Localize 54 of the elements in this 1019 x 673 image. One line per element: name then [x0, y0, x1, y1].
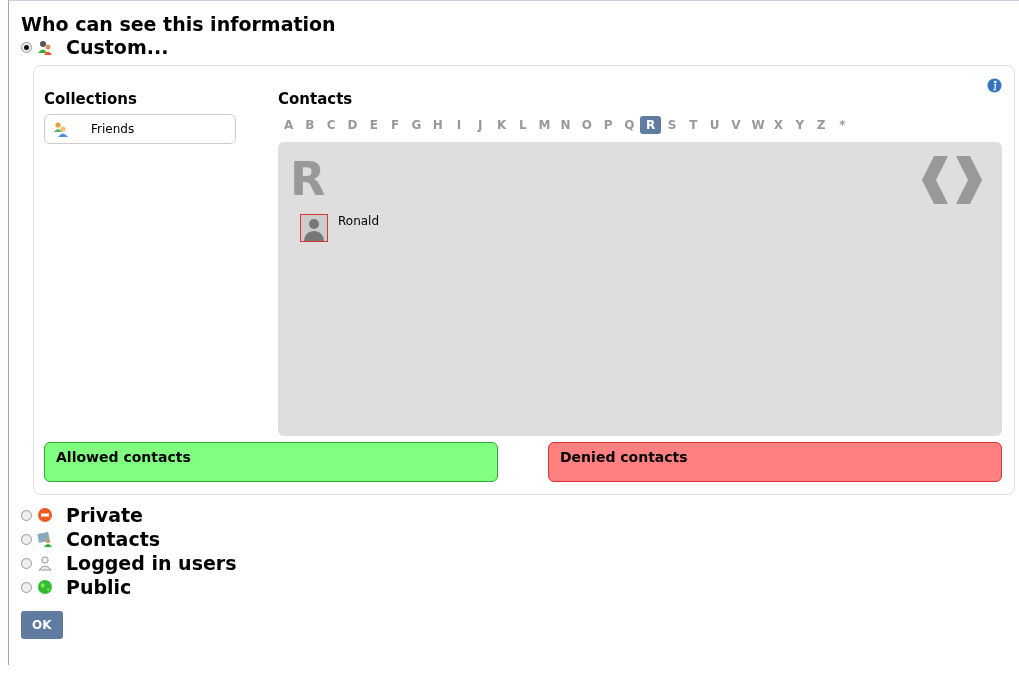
- option-label: Custom...: [66, 36, 169, 58]
- letter-filter[interactable]: *: [831, 116, 853, 134]
- letter-filter[interactable]: Z: [810, 116, 832, 134]
- radio-button[interactable]: [21, 509, 32, 521]
- letter-filter[interactable]: U: [703, 116, 726, 134]
- option-label: Private: [66, 504, 143, 526]
- letter-filter[interactable]: X: [767, 116, 790, 134]
- contact-item[interactable]: Ronald: [300, 214, 990, 242]
- radio-button[interactable]: [21, 557, 32, 569]
- ok-button[interactable]: OK: [21, 611, 63, 639]
- letter-filter[interactable]: D: [341, 116, 364, 134]
- letter-filter[interactable]: M: [533, 116, 555, 134]
- letter-filter[interactable]: L: [512, 116, 534, 134]
- allowed-contacts-area[interactable]: Allowed contacts: [44, 442, 498, 482]
- option-label: Logged in users: [66, 552, 237, 574]
- letter-filter[interactable]: J: [469, 116, 491, 134]
- letter-filter[interactable]: S: [661, 116, 683, 134]
- letter-filter[interactable]: N: [554, 116, 577, 134]
- info-icon[interactable]: [987, 78, 1002, 93]
- letter-filter[interactable]: T: [682, 116, 704, 134]
- letter-filter[interactable]: K: [490, 116, 513, 134]
- people-icon: [37, 39, 53, 55]
- letter-filter[interactable]: I: [448, 116, 470, 134]
- letter-filter[interactable]: C: [320, 116, 342, 134]
- letter-filter[interactable]: P: [597, 116, 619, 134]
- letter-filter[interactable]: H: [427, 116, 449, 134]
- letter-filter[interactable]: B: [299, 116, 321, 134]
- radio-button[interactable]: [21, 581, 32, 593]
- denied-contacts-area[interactable]: Denied contacts: [548, 442, 1002, 482]
- letter-filter[interactable]: E: [363, 116, 385, 134]
- letter-filter[interactable]: Y: [789, 116, 811, 134]
- letter-filter[interactable]: Q: [618, 116, 641, 134]
- no-entry-icon: [37, 507, 53, 523]
- letter-filter[interactable]: W: [746, 116, 768, 134]
- letter-filter[interactable]: V: [725, 116, 747, 134]
- option-label: Contacts: [66, 528, 161, 550]
- letter-filter[interactable]: O: [576, 116, 598, 134]
- letter-filter[interactable]: A: [278, 116, 300, 134]
- letter-filter[interactable]: G: [405, 116, 428, 134]
- avatar-icon: [300, 214, 328, 242]
- collection-item[interactable]: Friends: [44, 114, 236, 144]
- radio-button[interactable]: [21, 41, 32, 53]
- user-icon: [37, 555, 53, 571]
- radio-button[interactable]: [21, 533, 32, 545]
- globe-icon: [37, 579, 53, 595]
- contact-card-icon: [37, 531, 53, 547]
- collections-title: Collections: [44, 90, 138, 108]
- letter-filter[interactable]: F: [384, 116, 406, 134]
- letter-filter[interactable]: R: [640, 116, 662, 134]
- contacts-title: Contacts: [278, 90, 354, 108]
- option-label: Public: [66, 576, 132, 598]
- group-icon: [53, 121, 69, 137]
- group-letter: R: [290, 156, 326, 202]
- section-heading: Who can see this information: [21, 13, 337, 35]
